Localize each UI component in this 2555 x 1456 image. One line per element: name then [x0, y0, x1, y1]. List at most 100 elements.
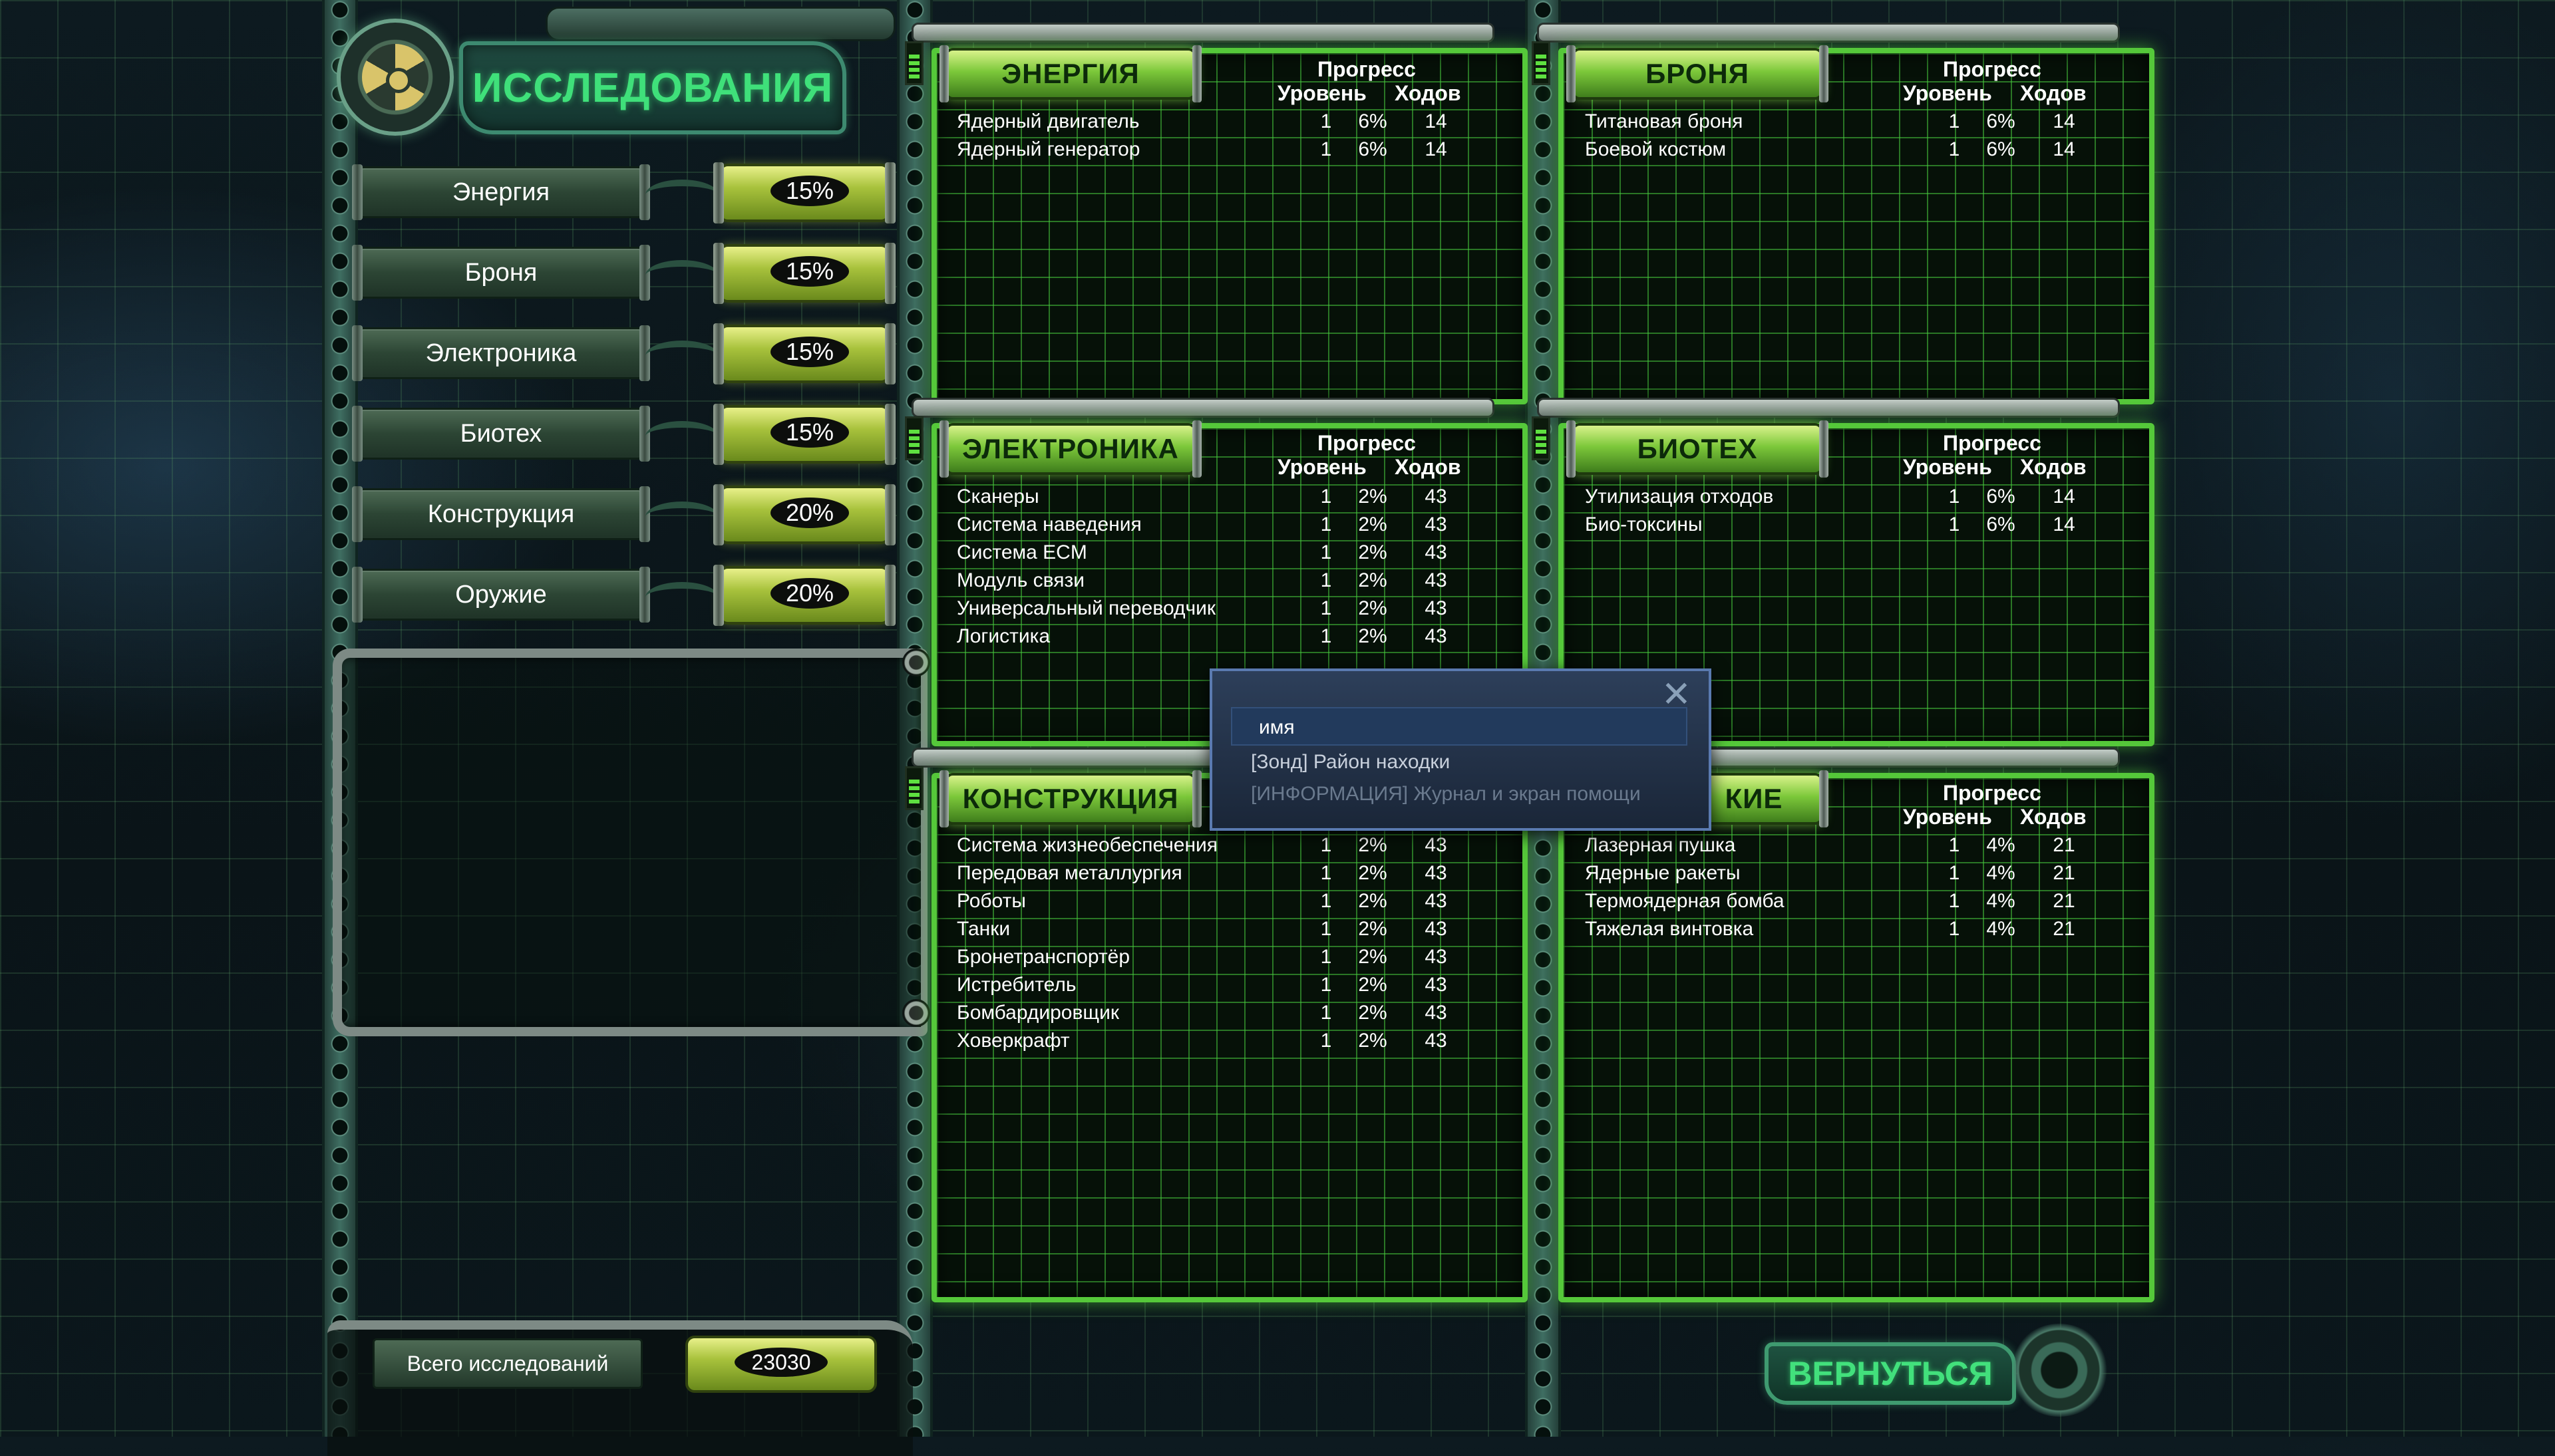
- panel-title-tube: КОНСТРУКЦИЯ: [939, 770, 1202, 827]
- panel-title-tube: ЭЛЕКТРОНИКА: [939, 420, 1202, 478]
- percent-value: 15%: [770, 337, 849, 367]
- research-level: 1: [1320, 625, 1332, 647]
- popup-item-info[interactable]: [ИНФОРМАЦИЯ] Журнал и экран помощи: [1251, 783, 1641, 805]
- research-name: Система ECM: [957, 541, 1087, 563]
- return-button[interactable]: ВЕРНУТЬСЯ: [1765, 1342, 2016, 1405]
- category-energy[interactable]: Энергия 15%: [352, 162, 896, 223]
- research-turns: 21: [2053, 862, 2075, 884]
- panel-pipe: [1537, 23, 2120, 43]
- page-title: ИССЛЕДОВАНИЯ: [459, 41, 846, 134]
- gauge-icon: [905, 41, 924, 85]
- research-progress: 2%: [1358, 862, 1387, 884]
- research-level: 1: [1948, 862, 1960, 884]
- gauge-icon: [1532, 41, 1550, 85]
- research-progress: 6%: [1986, 138, 2015, 160]
- category-button[interactable]: Оружие: [352, 567, 650, 623]
- research-progress: 4%: [1986, 862, 2015, 884]
- research-turns: 43: [1425, 890, 1447, 912]
- research-progress: 2%: [1358, 918, 1387, 940]
- name-input[interactable]: имя: [1231, 707, 1687, 746]
- panel-pipe: [912, 23, 1494, 43]
- category-button[interactable]: Броня: [352, 245, 650, 301]
- cable: [645, 421, 719, 452]
- research-name: Био-токсины: [1585, 513, 1703, 535]
- category-biotech[interactable]: Биотех 15%: [352, 404, 896, 465]
- research-turns: 43: [1425, 541, 1447, 563]
- research-turns: 14: [2053, 486, 2075, 508]
- return-label: ВЕРНУТЬСЯ: [1788, 1355, 1993, 1392]
- research-level: 1: [1320, 862, 1332, 884]
- percent-value: 20%: [770, 498, 849, 528]
- cable: [645, 582, 719, 613]
- col-level: Уровень: [1903, 455, 1992, 479]
- research-name: Ховеркрафт: [957, 1030, 1070, 1052]
- research-name: Система наведения: [957, 513, 1142, 535]
- cable: [645, 341, 719, 371]
- research-level: 1: [1948, 918, 1960, 940]
- research-turns: 43: [1425, 974, 1447, 996]
- research-level: 1: [1948, 513, 1960, 535]
- research-progress: 6%: [1358, 110, 1387, 132]
- popup-item-probe[interactable]: [Зонд] Район находки: [1251, 751, 1450, 774]
- col-turns: Ходов: [2020, 81, 2087, 105]
- col-progress: Прогресс: [1943, 781, 2041, 805]
- col-level: Уровень: [1278, 455, 1367, 479]
- category-button[interactable]: Энергия: [352, 164, 650, 220]
- research-turns: 43: [1425, 513, 1447, 535]
- research-turns: 21: [2053, 890, 2075, 912]
- research-turns: 43: [1425, 569, 1447, 591]
- research-progress: 2%: [1358, 1002, 1387, 1024]
- research-progress: 2%: [1358, 569, 1387, 591]
- research-turns: 14: [2053, 110, 2075, 132]
- research-turns: 21: [2053, 834, 2075, 856]
- research-name: Логистика: [957, 625, 1051, 647]
- cable: [645, 180, 719, 210]
- research-progress: 2%: [1358, 486, 1387, 508]
- category-electronics[interactable]: Электроника 15%: [352, 323, 896, 384]
- research-turns: 14: [1425, 110, 1447, 132]
- research-turns: 43: [1425, 486, 1447, 508]
- research-turns: 14: [2053, 138, 2075, 160]
- category-armor[interactable]: Броня 15%: [352, 243, 896, 304]
- research-name: Термоядерная бомба: [1585, 890, 1785, 912]
- research-turns: 43: [1425, 834, 1447, 856]
- col-level: Уровень: [1278, 81, 1367, 105]
- research-progress: 4%: [1986, 834, 2015, 856]
- col-progress: Прогресс: [1317, 57, 1416, 81]
- research-level: 1: [1320, 946, 1332, 968]
- radiation-icon: [337, 19, 454, 136]
- bolt-icon: [902, 999, 930, 1027]
- percent-tube: 15%: [713, 323, 896, 384]
- research-level: 1: [1320, 834, 1332, 856]
- research-name: Ядерный генератор: [957, 138, 1140, 160]
- category-weapons[interactable]: Оружие 20%: [352, 565, 896, 626]
- research-level: 1: [1320, 1002, 1332, 1024]
- panel-title: БИОТЕХ: [1637, 433, 1758, 464]
- research-level: 1: [1948, 486, 1960, 508]
- research-name: Танки: [957, 918, 1011, 940]
- research-level: 1: [1948, 138, 1960, 160]
- percent-tube: 20%: [713, 484, 896, 545]
- category-button[interactable]: Конструкция: [352, 486, 650, 542]
- research-progress: 6%: [1986, 513, 2015, 535]
- cable: [645, 502, 719, 532]
- percent-tube: 15%: [713, 404, 896, 465]
- research-turns: 21: [2053, 918, 2075, 940]
- category-button[interactable]: Электроника: [352, 325, 650, 381]
- percent-value: 15%: [770, 417, 849, 448]
- research-progress: 2%: [1358, 834, 1387, 856]
- col-progress: Прогресс: [1943, 57, 2041, 81]
- research-level: 1: [1320, 138, 1332, 160]
- research-level: 1: [1948, 890, 1960, 912]
- research-progress: 2%: [1358, 541, 1387, 563]
- research-name: Титановая броня: [1585, 110, 1743, 132]
- research-name: Ядерный двигатель: [957, 110, 1140, 132]
- research-progress: 6%: [1358, 138, 1387, 160]
- research-progress: 2%: [1358, 974, 1387, 996]
- category-button[interactable]: Биотех: [352, 406, 650, 462]
- panel-title-tube: ЭНЕРГИЯ: [939, 45, 1202, 102]
- category-construction[interactable]: Конструкция 20%: [352, 484, 896, 545]
- gauge-icon: [905, 766, 924, 810]
- total-research-value: 23030: [735, 1348, 828, 1377]
- panel-title: ЭНЕРГИЯ: [1001, 58, 1140, 89]
